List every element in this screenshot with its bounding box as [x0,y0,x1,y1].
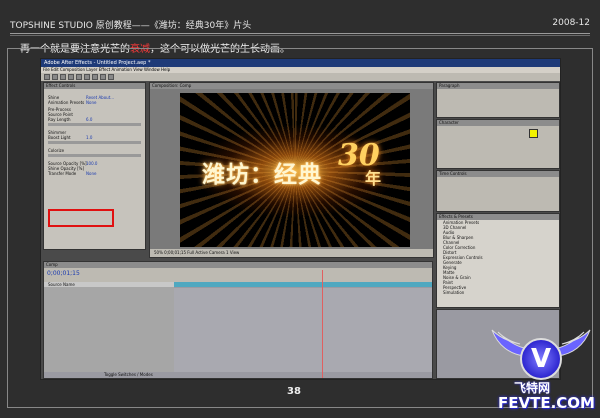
layer-list: Source Name [44,282,174,372]
tutorial-title: TOPSHINE STUDIO 原创教程——《潍坊：经典30年》片头 [10,21,252,31]
page-header: TOPSHINE STUDIO 原创教程——《潍坊：经典30年》片头 2008-… [10,18,590,32]
time-controls-panel: Time Controls [436,170,560,212]
menu-file[interactable]: File [43,67,50,72]
menu-edit[interactable]: Edit [51,67,59,72]
page-number: 38 [287,386,301,397]
timecode[interactable]: 0;00;01;15 [47,270,80,277]
boost-light-slider[interactable] [48,141,141,144]
right-wing-icon [558,329,591,357]
current-time-indicator[interactable] [322,270,323,378]
tools-bar [41,73,560,81]
ray-length-slider[interactable] [48,123,141,126]
text-tool-icon[interactable] [108,74,114,80]
menu-help[interactable]: Help [161,67,170,72]
watermark-en-text: FEVTE.COM [498,394,595,412]
effect-row-colorize[interactable]: Colorize [44,148,145,153]
effect-row-ray-length[interactable]: Ray Length 6.0 [44,117,145,122]
menu-layer[interactable]: Layer [86,67,97,72]
menu-composition[interactable]: Composition [60,67,85,72]
mask-tool-icon[interactable] [92,74,98,80]
header-divider [10,33,590,34]
effects-item[interactable]: Simulation [443,290,559,295]
pan-behind-tool-icon[interactable] [84,74,90,80]
watermark-logo: V 飞特网 FEVTE.COM [488,318,595,413]
timeline-panel: Comp 0;00;01;15 Source Name Toggle Switc… [43,261,433,379]
highlight-box [48,209,114,227]
composition-tab[interactable]: Composition: Comp [150,83,433,89]
effects-list: Animation Presets 3D Channel Audio Blur … [437,220,559,295]
menu-animation[interactable]: Animation [112,67,132,72]
paragraph-panel: Paragraph [436,82,560,118]
pen-tool-icon[interactable] [100,74,106,80]
composition-footer[interactable]: 50% 0;00;01;15 Full Active Camera 1 View [150,249,433,257]
rotate-tool-icon[interactable] [68,74,74,80]
timeline-header: 0;00;01;15 [44,268,432,282]
layer-duration-bar[interactable] [174,282,432,287]
selection-tool-icon[interactable] [44,74,50,80]
effects-presets-panel: Effects & Presets Animation Presets 3D C… [436,213,560,308]
left-wing-icon [491,329,524,357]
window-title: Adobe After Effects - Untitled Project.a… [41,59,560,67]
after-effects-window: Adobe After Effects - Untitled Project.a… [40,58,561,380]
header-divider-secondary [10,35,590,36]
fill-color-swatch[interactable] [529,129,538,138]
effect-controls-panel: Effect Controls Shine Reset About... Anim… [43,82,146,250]
character-panel: Character [436,119,560,169]
time-controls-tab[interactable]: Time Controls [437,171,559,177]
effect-row-transfer-mode[interactable]: Transfer Mode None [44,171,145,176]
composition-panel: Composition: Comp 潍坊：经典 30 年 50% 0;00;01… [149,82,434,258]
page-background: TOPSHINE STUDIO 原创教程——《潍坊：经典30年》片头 2008-… [0,0,600,418]
camera-tool-icon[interactable] [76,74,82,80]
logo-suffix: 年 [365,169,382,188]
tutorial-date: 2008-12 [552,18,590,28]
hand-tool-icon[interactable] [52,74,58,80]
watermark-v-badge: V [520,338,562,380]
menu-effect[interactable]: Effect [99,67,111,72]
menu-view[interactable]: View [133,67,143,72]
logo-text: 潍坊：经典 [202,161,322,188]
effect-row-presets[interactable]: Animation Presets None [44,100,145,105]
effect-row-boost-light[interactable]: Boost Light 1.0 [44,135,145,140]
zoom-tool-icon[interactable] [60,74,66,80]
colorize-slider[interactable] [48,154,141,157]
character-tab[interactable]: Character [437,120,559,126]
paragraph-tab[interactable]: Paragraph [437,83,559,89]
timeline-area[interactable] [174,288,432,372]
timeline-footer[interactable]: Toggle Switches / Modes [104,372,153,378]
composition-viewer[interactable]: 潍坊：经典 30 年 [180,93,410,247]
menu-window[interactable]: Window [144,67,160,72]
layer-row[interactable]: Source Name [44,282,174,287]
effect-controls-tab[interactable]: Effect Controls [44,83,145,89]
